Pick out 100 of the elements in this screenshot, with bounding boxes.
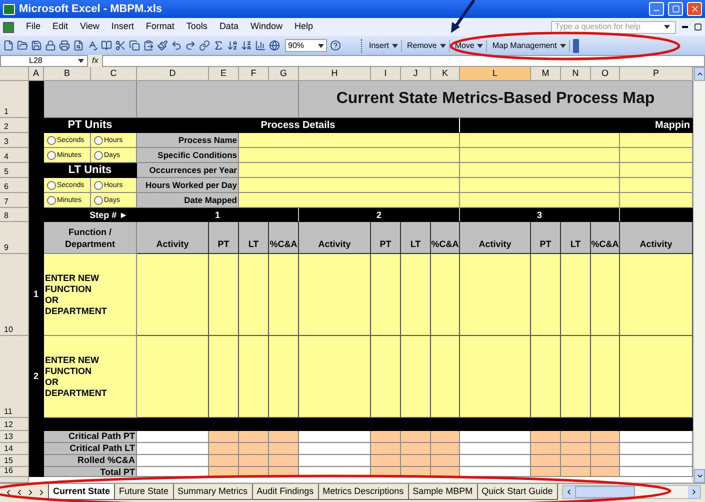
column-header[interactable]: O [591,67,620,81]
printer-icon[interactable] [59,40,70,51]
spreadsheet-cell [591,455,620,467]
menu-item[interactable]: Edit [52,20,68,34]
column-header[interactable]: N [561,67,591,81]
column-header[interactable]: H [299,67,371,81]
row-header[interactable]: 12 [0,418,29,431]
sheet-tab[interactable]: Quick Start Guide [476,484,558,500]
column-header[interactable]: E [209,67,239,81]
menu-item[interactable]: Format [146,20,174,34]
horizontal-scrollbar[interactable] [562,485,701,499]
print-preview-icon[interactable] [73,40,84,51]
row-header[interactable]: 7 [0,193,29,208]
copy-icon[interactable] [129,40,140,51]
book-icon[interactable] [101,40,112,51]
row-header[interactable]: 8 [0,208,29,222]
column-header[interactable]: J [401,67,431,81]
spreadsheet-cell [431,455,460,467]
lock-icon[interactable] [45,40,56,51]
column-header[interactable]: I [371,67,401,81]
last-sheet-icon[interactable] [37,488,46,496]
menu-item[interactable]: View [80,20,100,34]
restore-button[interactable] [668,2,683,16]
row-header[interactable]: 11 [0,336,29,418]
spreadsheet-cell [401,431,431,443]
new-file-icon[interactable] [3,40,14,51]
toolbar-menu-button[interactable]: Insert [366,40,402,52]
scroll-left-button[interactable] [562,486,575,498]
paintbrush-icon[interactable] [157,40,168,51]
column-header[interactable]: G [269,67,299,81]
sort-descending-icon[interactable] [241,40,252,51]
column-header[interactable]: B [44,67,91,81]
sigma-icon[interactable] [213,40,224,51]
column-header[interactable]: K [431,67,460,81]
scroll-up-button[interactable] [694,67,705,81]
zoom-field[interactable]: 90% [285,39,327,52]
column-header[interactable]: A [29,67,44,81]
globe-icon[interactable] [269,40,280,51]
menu-item[interactable]: Window [250,20,282,34]
name-box[interactable]: L28 [0,55,88,67]
close-button[interactable] [687,2,702,16]
spreadsheet-cell [460,455,531,467]
spreadsheet-cell [137,443,209,455]
column-header[interactable]: L [460,67,531,81]
column-header[interactable]: P [620,67,693,81]
function-label: ENTER NEW FUNCTION OR DEPARTMENT [44,336,137,418]
row-header[interactable]: 10 [0,254,29,336]
units-header: LT Units [44,163,137,178]
row-header[interactable]: 15 [0,455,29,467]
toolbar-menu-button[interactable]: Move [452,40,488,52]
toolbar-menu-button[interactable]: Remove [404,40,450,52]
column-header[interactable]: C [91,67,137,81]
minimize-button[interactable] [649,2,664,16]
scissors-icon[interactable] [115,40,126,51]
sort-ascending-icon[interactable] [227,40,238,51]
spell-check-icon[interactable] [87,40,98,51]
row-header[interactable]: 16 [0,467,29,477]
toolbar-menu-button[interactable]: Map Management [489,40,570,52]
vertical-scrollbar[interactable] [693,67,705,483]
column-header[interactable]: F [239,67,269,81]
row-header[interactable]: 2 [0,118,29,133]
first-sheet-icon[interactable] [4,488,13,496]
row-header[interactable]: 4 [0,148,29,163]
row-header[interactable]: 9 [0,222,29,254]
restore-icon[interactable] [694,23,702,31]
next-sheet-icon[interactable] [26,488,35,496]
redo-icon[interactable] [185,40,196,51]
row-header[interactable]: 1 [0,81,29,118]
undo-icon[interactable] [171,40,182,51]
folder-icon[interactable] [17,40,28,51]
spreadsheet-cell [29,418,44,477]
menu-item[interactable]: File [26,20,41,34]
menu-item[interactable]: Tools [186,20,208,34]
scroll-right-button[interactable] [688,486,700,498]
spreadsheet-cell [561,431,591,443]
save-icon[interactable] [31,40,42,51]
sheet-tab[interactable]: Current State [48,484,116,500]
field-label: Process Name [137,133,239,148]
row-header[interactable]: 6 [0,178,29,193]
help-icon[interactable] [330,40,341,51]
menu-item[interactable]: Insert [111,20,134,34]
previous-sheet-icon[interactable] [15,488,24,496]
help-search-field[interactable]: Type a question for help [551,20,676,34]
column-header[interactable]: M [531,67,561,81]
bar-chart-icon[interactable] [255,40,266,51]
row-header[interactable]: 5 [0,163,29,178]
scroll-down-button[interactable] [694,469,705,483]
link-icon[interactable] [199,40,210,51]
spreadsheet-cell [431,443,460,455]
field-label: Hours Worked per Day [137,178,239,193]
paste-icon[interactable] [143,40,154,51]
scroll-thumb[interactable] [574,486,635,498]
sheet-tab[interactable]: Sample MBPM [408,484,478,500]
row-header[interactable]: 3 [0,133,29,148]
menu-item[interactable]: Data [219,20,238,34]
menu-item[interactable]: Help [294,20,313,34]
row-header[interactable]: 14 [0,443,29,455]
row-header[interactable]: 13 [0,431,29,443]
column-header[interactable]: D [137,67,209,81]
chevron-up-icon [696,70,704,78]
